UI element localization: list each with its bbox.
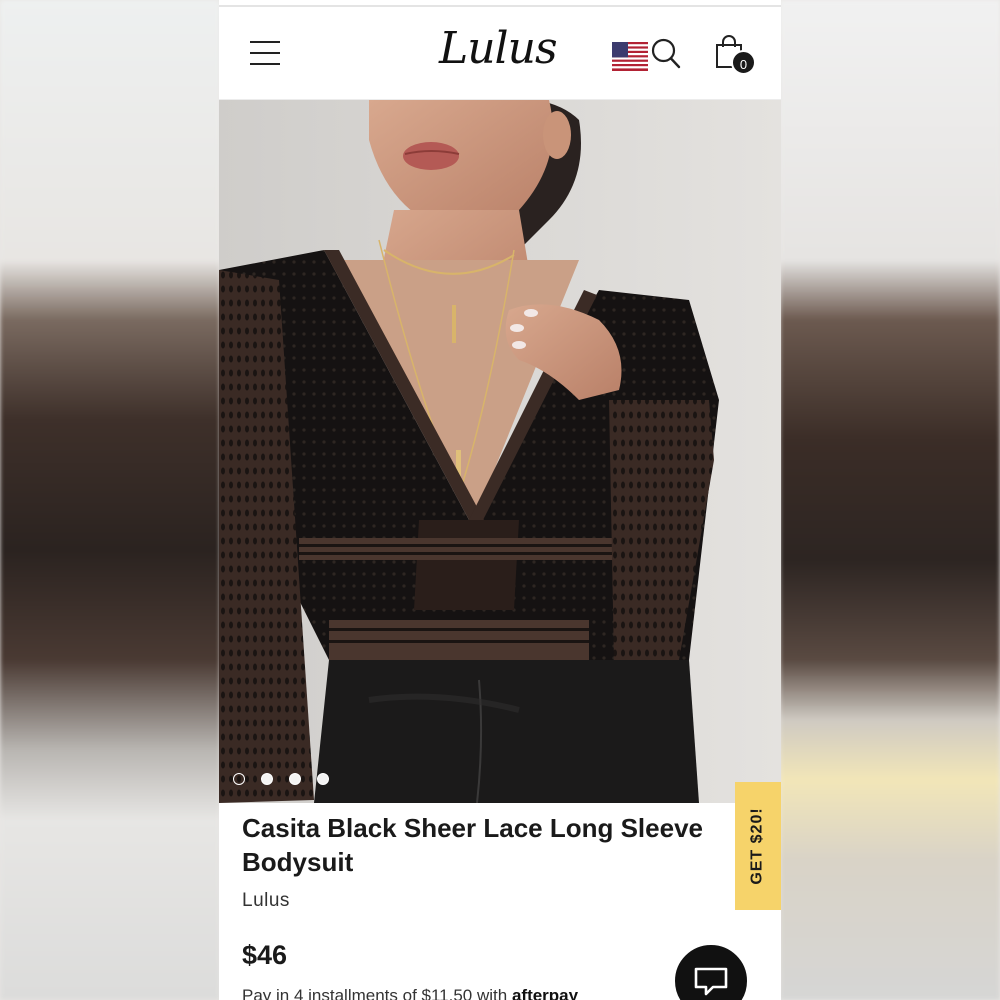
afterpay-logo[interactable]: afterpay — [512, 986, 578, 1000]
us-flag-icon[interactable] — [612, 42, 648, 71]
carousel-dot-2[interactable] — [261, 773, 273, 785]
model-photo-illustration — [219, 100, 781, 803]
product-price: $46 — [242, 940, 288, 970]
chat-icon — [694, 967, 728, 996]
product-title-line2: Bodysuit — [242, 847, 354, 877]
product-brand-link[interactable]: Lulus — [242, 890, 290, 912]
site-header: Lulus 0 — [219, 7, 781, 100]
cart-count-badge[interactable]: 0 — [731, 50, 756, 75]
installments-info: Pay in 4 installments of $11.50 with aft… — [242, 986, 578, 1000]
carousel-dots — [233, 773, 329, 785]
installments-text: Pay in 4 installments of $11.50 with — [242, 986, 508, 1000]
lulus-logo[interactable]: Lulus — [439, 23, 558, 74]
search-icon[interactable] — [651, 38, 681, 70]
hamburger-menu-icon[interactable] — [250, 41, 280, 65]
product-title-line1: Casita Black Sheer Lace Long Sleeve — [242, 813, 703, 843]
blurred-backdrop-right — [780, 0, 1000, 1000]
product-title: Casita Black Sheer Lace Long Sleeve Body… — [242, 811, 781, 879]
carousel-dot-1[interactable] — [233, 773, 245, 785]
blurred-backdrop-left — [0, 0, 220, 1000]
promo-label: GET $20! — [749, 807, 767, 885]
chat-button[interactable] — [672, 942, 750, 1000]
carousel-dot-4[interactable] — [317, 773, 329, 785]
carousel-dot-3[interactable] — [289, 773, 301, 785]
mobile-page: Lulus 0 Casita Black Sheer Lace Long Sle… — [219, 0, 781, 1000]
product-image[interactable] — [219, 100, 781, 803]
promo-tab[interactable]: GET $20! — [735, 782, 781, 910]
